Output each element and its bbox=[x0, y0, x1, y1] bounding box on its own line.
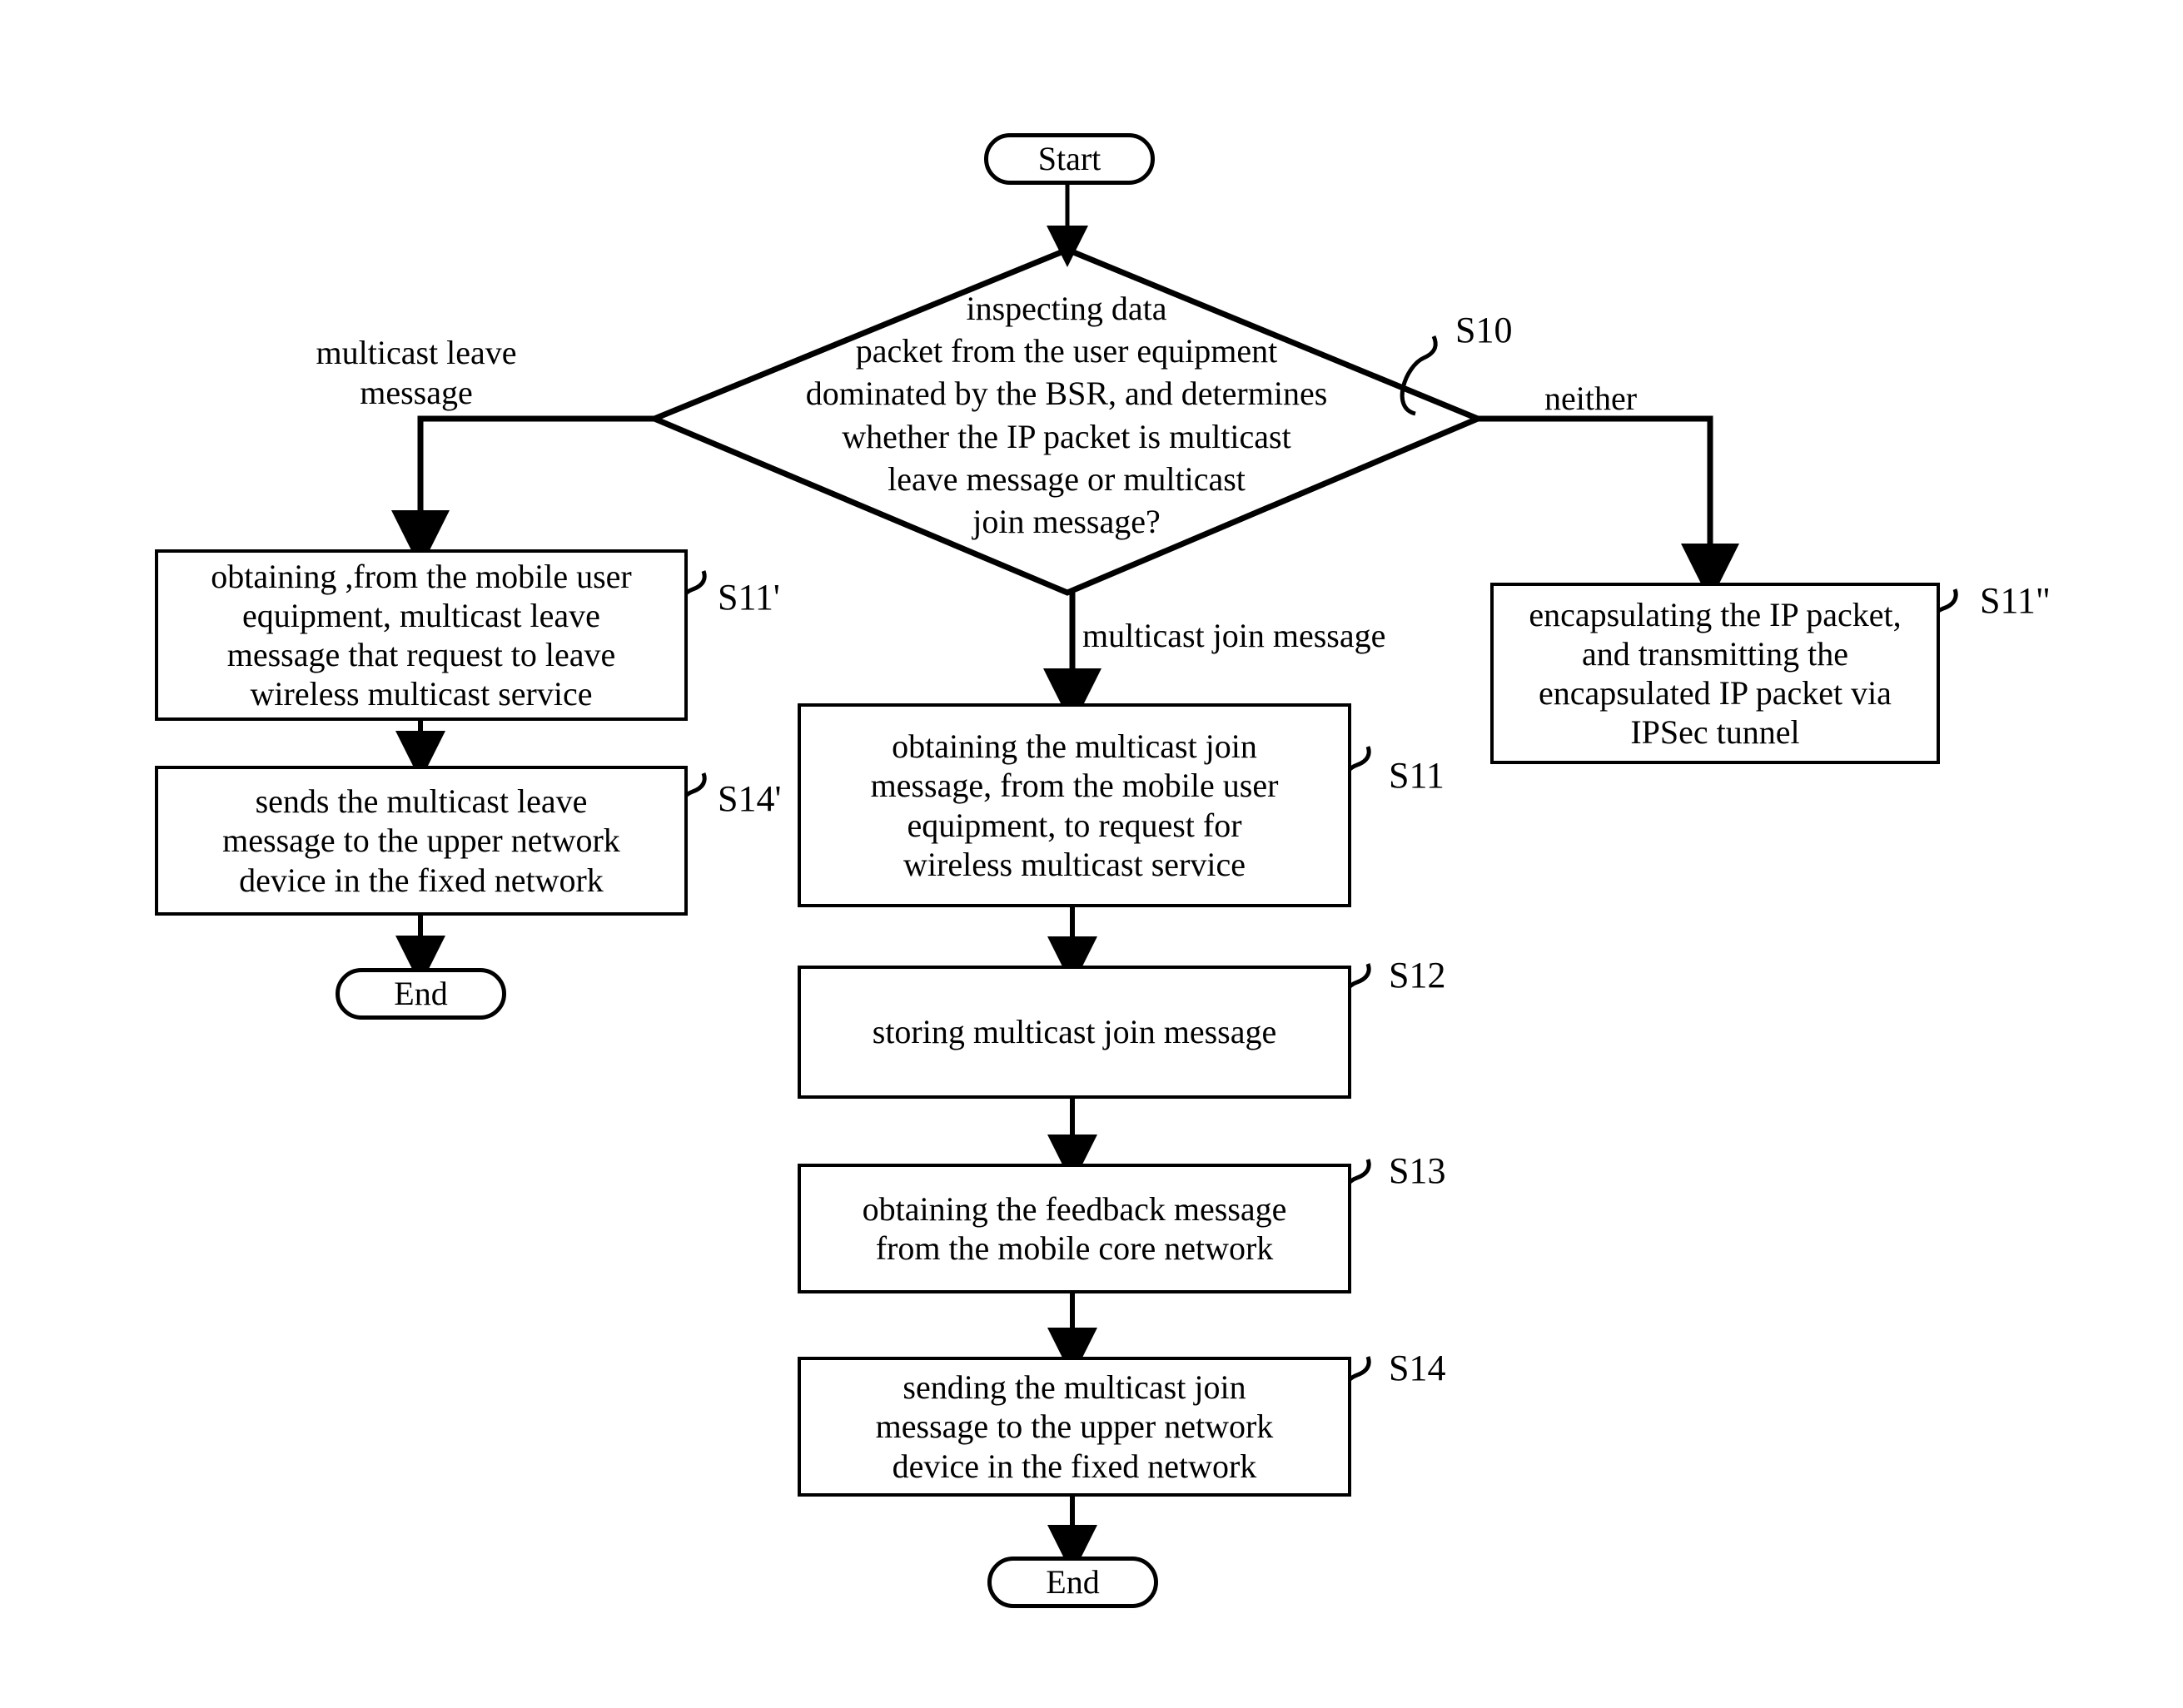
edge-label-center-branch: multicast join message bbox=[1082, 617, 1386, 654]
edge-decision-to-left bbox=[391, 415, 654, 569]
center1-line-3: equipment, to request for bbox=[907, 806, 1242, 844]
center1-line-2: message, from the mobile user bbox=[870, 767, 1279, 805]
edge-label-left-line-1: multicast leave bbox=[316, 334, 517, 371]
left1-line-2: equipment, multicast leave bbox=[242, 596, 600, 634]
left1-line-1: obtaining ,from the mobile user bbox=[211, 557, 632, 595]
center4-line-3: device in the fixed network bbox=[892, 1447, 1257, 1485]
right1-line-3: encapsulated IP packet via bbox=[1539, 674, 1892, 712]
node-start[interactable]: Start bbox=[984, 133, 1155, 185]
right1-line-4: IPSec tunnel bbox=[1630, 713, 1800, 752]
decision-line-6: join message? bbox=[972, 502, 1161, 540]
decision-line-3: dominated by the BSR, and determines bbox=[805, 375, 1328, 413]
node-right-encapsulate-ipsec[interactable]: encapsulating the IP packet, and transmi… bbox=[1490, 583, 1940, 764]
edge-label-right-branch: neither bbox=[1544, 380, 1638, 417]
node-left-obtain-leave-message[interactable]: obtaining ,from the mobile user equipmen… bbox=[155, 549, 688, 721]
left2-line-1: sends the multicast leave bbox=[255, 782, 588, 821]
node-center-end[interactable]: End bbox=[987, 1557, 1158, 1608]
center1-line-1: obtaining the multicast join bbox=[892, 727, 1257, 766]
center3-line-1: obtaining the feedback message bbox=[862, 1189, 1287, 1228]
node-center-obtain-join-message[interactable]: obtaining the multicast join message, fr… bbox=[798, 703, 1351, 907]
step-label-s12: S12 bbox=[1389, 955, 1446, 996]
node-decision-text: inspecting data packet from the user equ… bbox=[654, 287, 1479, 543]
left1-line-3: message that request to leave bbox=[226, 636, 616, 673]
step-label-s14: S14 bbox=[1389, 1348, 1446, 1388]
right1-line-2: and transmitting the bbox=[1582, 634, 1848, 673]
node-left-end-label: End bbox=[394, 975, 448, 1013]
right1-line-1: encapsulating the IP packet, bbox=[1529, 595, 1902, 633]
step-label-s13: S13 bbox=[1389, 1150, 1446, 1191]
step-label-s11: S11 bbox=[1389, 755, 1445, 796]
center4-line-1: sending the multicast join bbox=[903, 1368, 1246, 1407]
node-center-send-join-message[interactable]: sending the multicast join message to th… bbox=[798, 1357, 1351, 1497]
node-center-obtain-feedback[interactable]: obtaining the feedback message from the … bbox=[798, 1164, 1351, 1293]
center4-line-2: message to the upper network bbox=[875, 1408, 1274, 1446]
edge-label-left-branch: multicast leave message bbox=[296, 333, 537, 413]
left2-line-2: message to the upper network bbox=[222, 822, 620, 860]
step-label-s11-prime: S11' bbox=[718, 577, 780, 618]
node-center-end-label: End bbox=[1046, 1563, 1100, 1601]
decision-line-1: inspecting data bbox=[966, 290, 1167, 327]
decision-line-5: leave message or multicast bbox=[888, 459, 1246, 498]
decision-line-2: packet from the user equipment bbox=[855, 332, 1278, 370]
decision-line-4: whether the IP packet is multicast bbox=[842, 417, 1291, 455]
step-label-s14-prime: S14' bbox=[718, 778, 782, 819]
flowchart-canvas: Start inspecting data packet from the us… bbox=[0, 0, 2183, 1708]
left1-line-4: wireless multicast service bbox=[250, 675, 593, 713]
edge-label-left-line-2: message bbox=[360, 374, 473, 411]
left2-line-3: device in the fixed network bbox=[239, 861, 604, 899]
step-label-s10: S10 bbox=[1455, 310, 1513, 350]
center3-line-2: from the mobile core network bbox=[875, 1229, 1274, 1267]
center1-line-4: wireless multicast service bbox=[903, 845, 1246, 883]
node-left-end[interactable]: End bbox=[336, 968, 506, 1020]
node-left-send-leave-message[interactable]: sends the multicast leave message to the… bbox=[155, 766, 688, 916]
edge-decision-to-right bbox=[1478, 415, 1739, 602]
step-label-s11-double-prime: S11" bbox=[1980, 580, 2051, 621]
center2-line-1: storing multicast join message bbox=[872, 1013, 1277, 1051]
node-start-label: Start bbox=[1037, 140, 1101, 178]
node-center-store-join-message[interactable]: storing multicast join message bbox=[798, 966, 1351, 1099]
